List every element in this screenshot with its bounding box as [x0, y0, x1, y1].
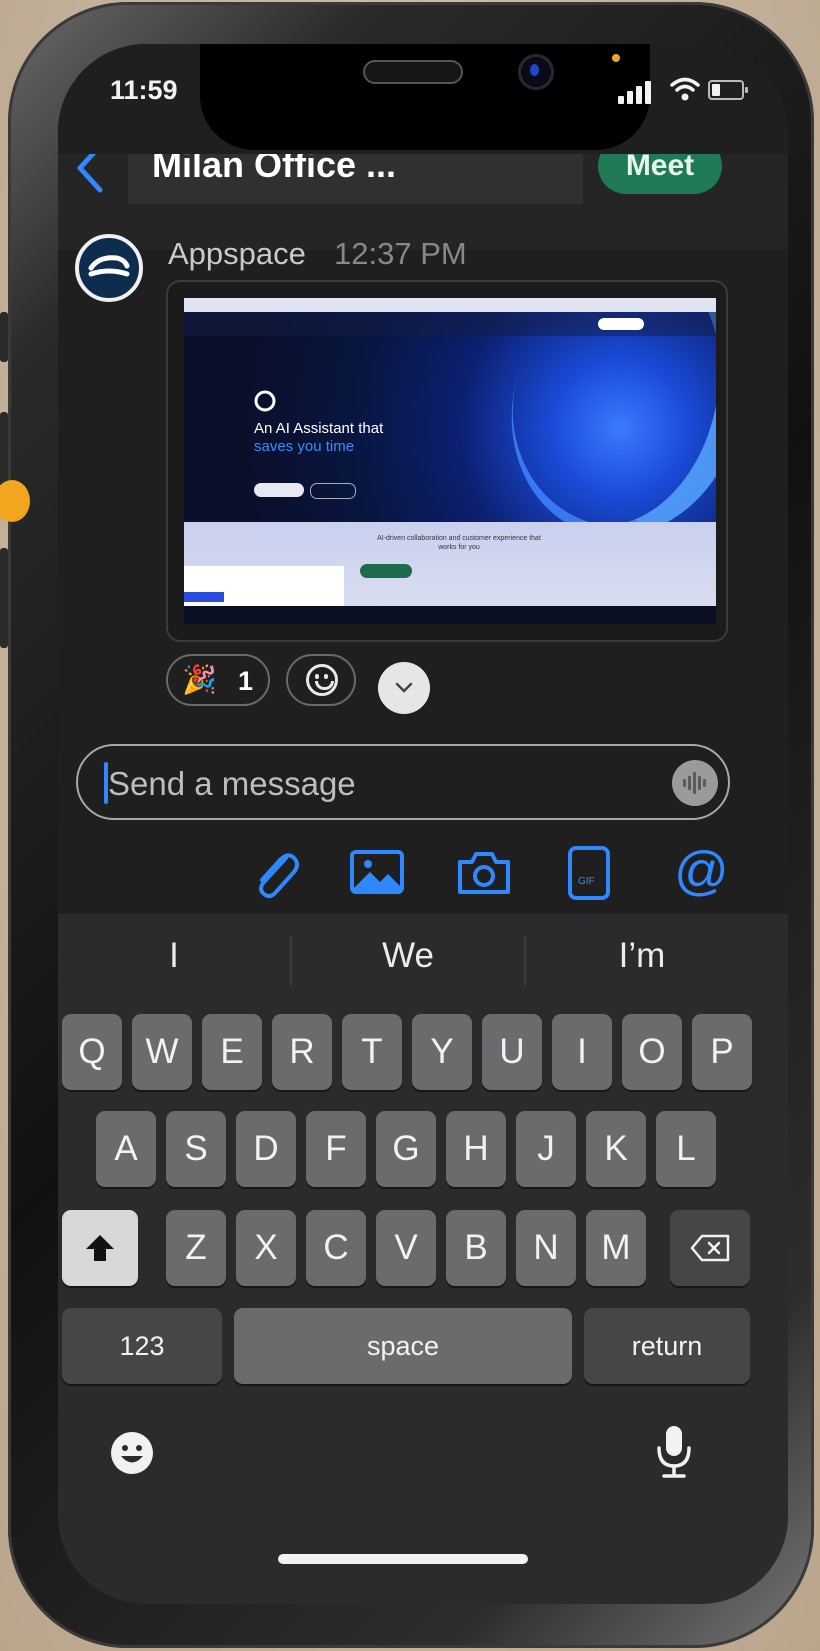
- key-h[interactable]: H: [446, 1111, 506, 1187]
- key-d[interactable]: D: [236, 1111, 296, 1187]
- key-z[interactable]: Z: [166, 1210, 226, 1286]
- link-preview-image[interactable]: An AI Assistant that saves you time AI-d…: [184, 298, 716, 624]
- preview-lower-section: AI-driven collaboration and customer exp…: [184, 522, 716, 624]
- key-m[interactable]: M: [586, 1210, 646, 1286]
- suggestion-1[interactable]: I: [58, 936, 290, 976]
- dictation-button[interactable]: [654, 1422, 694, 1482]
- camera-icon: [458, 852, 510, 894]
- status-time: 11:59: [110, 75, 178, 105]
- status-bar: 11:59: [58, 44, 788, 154]
- backspace-icon: [690, 1234, 730, 1262]
- voice-message-button[interactable]: [672, 760, 718, 806]
- key-t[interactable]: T: [342, 1014, 402, 1090]
- key-a[interactable]: A: [96, 1111, 156, 1187]
- mention-icon: @: [674, 841, 729, 901]
- preview-green-pill: [360, 564, 412, 578]
- message-composer[interactable]: [76, 744, 730, 820]
- screen: Milan Office ... Meet 11:59 Appspace 12:…: [58, 44, 788, 1604]
- key-f[interactable]: F: [306, 1111, 366, 1187]
- action-button: [0, 312, 8, 362]
- gif-button[interactable]: GIF: [564, 844, 624, 900]
- key-q[interactable]: Q: [62, 1014, 122, 1090]
- message-time: 12:37 PM: [334, 236, 467, 271]
- shift-key[interactable]: [62, 1210, 138, 1286]
- preview-cookie-button: [184, 592, 224, 602]
- status-icons: [618, 74, 788, 104]
- preview-primary-pill: [254, 483, 304, 497]
- predictive-bar: I We I’m: [58, 914, 788, 1008]
- emoji-keyboard-button[interactable]: [108, 1429, 156, 1477]
- touch-indicator: [0, 480, 30, 522]
- preview-headline: An AI Assistant that: [254, 420, 384, 437]
- key-g[interactable]: G: [376, 1111, 436, 1187]
- sender-avatar[interactable]: [75, 234, 143, 302]
- preview-cookie-banner: [184, 566, 344, 606]
- sender-name[interactable]: Appspace: [168, 236, 306, 272]
- shift-icon: [86, 1235, 114, 1261]
- numbers-key[interactable]: 123: [62, 1308, 222, 1384]
- key-y[interactable]: Y: [412, 1014, 472, 1090]
- key-n[interactable]: N: [516, 1210, 576, 1286]
- link-preview-card[interactable]: An AI Assistant that saves you time AI-d…: [166, 280, 728, 642]
- key-r[interactable]: R: [272, 1014, 332, 1090]
- suggestion-3[interactable]: I’m: [526, 936, 758, 976]
- key-s[interactable]: S: [166, 1111, 226, 1187]
- front-camera: [518, 54, 554, 90]
- key-j[interactable]: J: [516, 1111, 576, 1187]
- attach-file-button[interactable]: [246, 844, 306, 900]
- signal-icon: [618, 81, 651, 104]
- appspace-logo-icon: [88, 255, 130, 277]
- key-x[interactable]: X: [236, 1210, 296, 1286]
- key-w[interactable]: W: [132, 1014, 192, 1090]
- preview-announcement-bar: [184, 298, 716, 312]
- microphone-icon: [657, 1426, 691, 1478]
- image-icon: [350, 850, 404, 894]
- suggestion-2[interactable]: We: [292, 936, 524, 976]
- return-key[interactable]: return: [584, 1308, 750, 1384]
- home-indicator[interactable]: [278, 1554, 528, 1564]
- key-o[interactable]: O: [622, 1014, 682, 1090]
- key-e[interactable]: E: [202, 1014, 262, 1090]
- preview-footer: [184, 606, 716, 624]
- key-k[interactable]: K: [586, 1111, 646, 1187]
- volume-down-button: [0, 548, 8, 648]
- key-u[interactable]: U: [482, 1014, 542, 1090]
- key-b[interactable]: B: [446, 1210, 506, 1286]
- add-reaction-icon: [306, 664, 338, 696]
- waveform-icon: [683, 772, 707, 794]
- attach-image-button[interactable]: [348, 844, 408, 900]
- emoji-icon: [111, 1432, 153, 1474]
- preview-headline-accent: saves you time: [254, 438, 355, 455]
- notch: [200, 44, 650, 150]
- party-popper-icon: 🎉: [182, 664, 217, 695]
- mention-button[interactable]: @: [670, 841, 730, 901]
- chevron-down-icon: [395, 682, 413, 693]
- delete-key[interactable]: [670, 1210, 750, 1286]
- expand-button[interactable]: [378, 662, 430, 714]
- paperclip-icon: [259, 853, 299, 899]
- preview-subtext: AI-driven collaboration and customer exp…: [377, 535, 541, 551]
- key-v[interactable]: V: [376, 1210, 436, 1286]
- key-l[interactable]: L: [656, 1111, 716, 1187]
- phone-frame: Milan Office ... Meet 11:59 Appspace 12:…: [0, 2, 814, 1648]
- message-input[interactable]: [108, 762, 648, 806]
- gif-label: GIF: [578, 876, 595, 887]
- key-c[interactable]: C: [306, 1210, 366, 1286]
- space-key[interactable]: space: [234, 1308, 572, 1384]
- add-reaction-button[interactable]: [286, 654, 356, 706]
- keyboard: I We I’m Q W E R T Y U I O P A S D F G H: [58, 914, 788, 1604]
- preview-secondary-pill: [310, 483, 356, 499]
- battery-icon: [708, 80, 748, 100]
- earpiece-speaker: [363, 60, 463, 84]
- gif-icon: [568, 846, 610, 900]
- preview-logo-icon: [254, 390, 276, 412]
- reaction-count: 1: [238, 666, 254, 696]
- privacy-indicator: [612, 54, 620, 62]
- wifi-icon: [670, 77, 700, 101]
- reaction-party[interactable]: 🎉 1: [166, 654, 270, 706]
- key-i[interactable]: I: [552, 1014, 612, 1090]
- preview-signin-pill: [598, 318, 644, 330]
- camera-button[interactable]: [454, 844, 514, 900]
- key-p[interactable]: P: [692, 1014, 752, 1090]
